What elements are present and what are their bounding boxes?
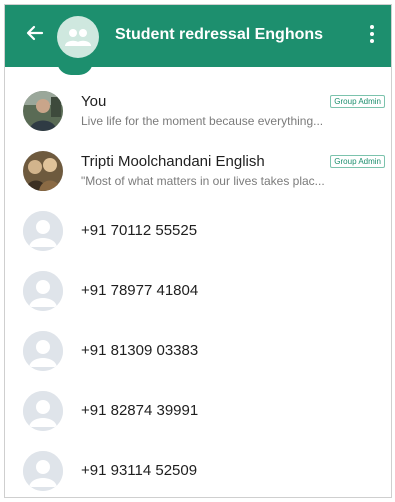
group-admin-badge: Group Admin — [330, 155, 385, 168]
participant-row[interactable]: +91 81309 03383 — [5, 321, 391, 381]
header-fab-shadow — [57, 61, 93, 75]
participant-name: You — [81, 93, 107, 110]
participant-status: "Most of what matters in our lives takes… — [81, 174, 325, 188]
participant-row[interactable]: +91 70112 55525 — [5, 201, 391, 261]
participant-phone: +91 93114 52509 — [81, 462, 198, 479]
app-bar: Student redressal Enghons — [5, 5, 391, 67]
participant-phone: +91 78977 41804 — [81, 282, 199, 299]
participant-phone: +91 82874 39991 — [81, 402, 199, 419]
group-avatar-icon[interactable] — [57, 16, 99, 58]
participant-row[interactable]: Tripti Moolchandani English "Most of wha… — [5, 141, 391, 201]
default-avatar-icon — [23, 271, 63, 311]
participant-status: Live life for the moment because everyth… — [81, 114, 324, 128]
participant-row[interactable]: You Live life for the moment because eve… — [5, 81, 391, 141]
participant-row[interactable]: +91 82874 39991 — [5, 381, 391, 441]
arrow-left-icon[interactable] — [21, 19, 49, 47]
more-vertical-icon[interactable] — [361, 21, 383, 47]
avatar — [23, 91, 63, 131]
participant-row[interactable]: +91 78977 41804 — [5, 261, 391, 321]
default-avatar-icon — [23, 211, 63, 251]
screen-frame: Student redressal Enghons You Live life … — [4, 4, 392, 498]
group-title[interactable]: Student redressal Enghons — [115, 26, 323, 44]
default-avatar-icon — [23, 391, 63, 431]
avatar — [23, 151, 63, 191]
default-avatar-icon — [23, 331, 63, 371]
participant-row[interactable]: +91 93114 52509 — [5, 441, 391, 497]
participant-phone: +91 70112 55525 — [81, 222, 198, 239]
participants-list: You Live life for the moment because eve… — [5, 81, 391, 497]
participant-phone: +91 81309 03383 — [81, 342, 199, 359]
group-admin-badge: Group Admin — [330, 95, 385, 108]
default-avatar-icon — [23, 451, 63, 491]
participant-name: Tripti Moolchandani English — [81, 153, 265, 170]
